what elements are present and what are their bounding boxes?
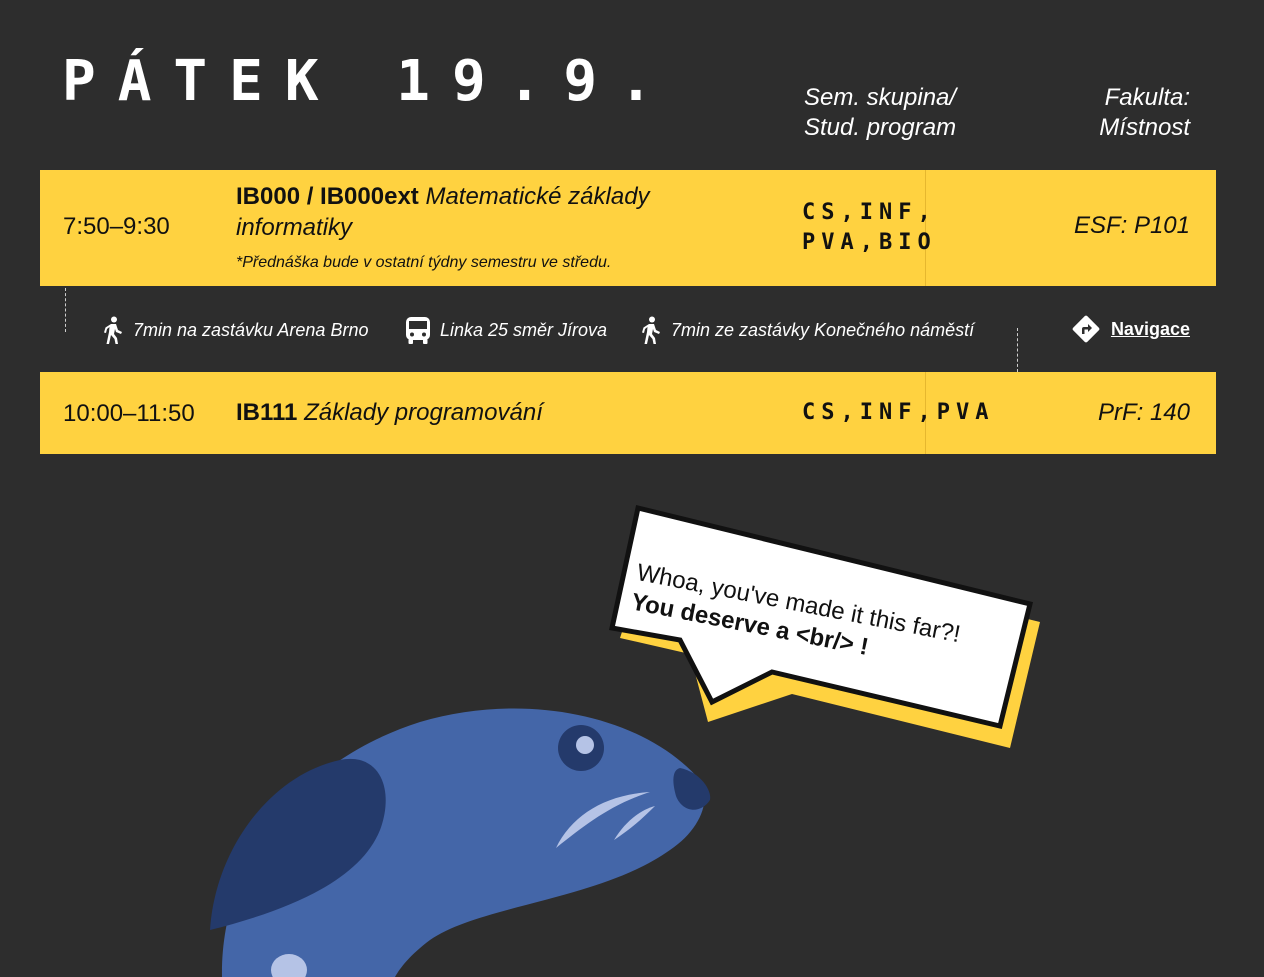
seal-eye-highlight (576, 736, 594, 754)
schedule-page: PÁTEK 19.9. Sem. skupina/ Stud. program … (0, 0, 1264, 977)
mascot-illustration (210, 504, 1040, 977)
